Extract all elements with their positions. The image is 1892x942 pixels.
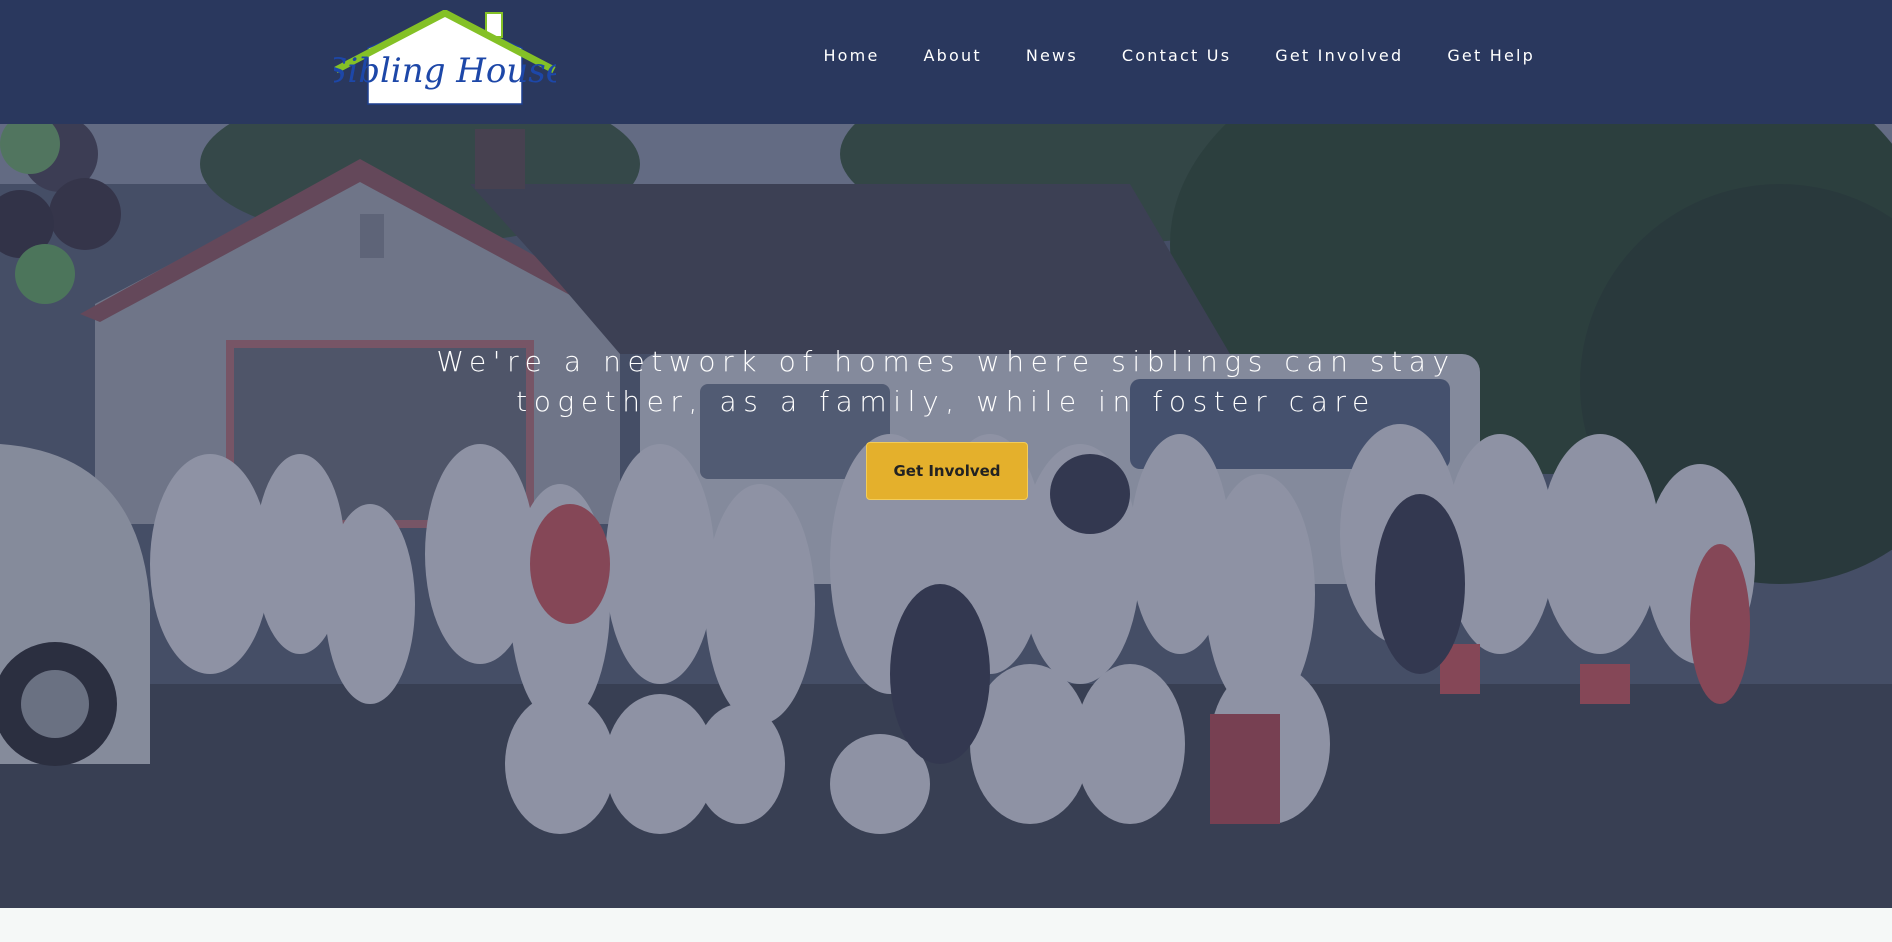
nav-news-link[interactable]: News bbox=[1026, 46, 1078, 65]
nav-about-link[interactable]: About bbox=[924, 46, 982, 65]
site-header: Sibling House Home About News Contact Us… bbox=[0, 0, 1892, 125]
hero-overlay bbox=[0, 124, 1892, 908]
svg-text:Sibling House: Sibling House bbox=[334, 51, 556, 91]
nav-get-involved-link[interactable]: Get Involved bbox=[1275, 46, 1403, 65]
page-bottom-strip bbox=[0, 908, 1892, 942]
hero-section: We're a network of homes where siblings … bbox=[0, 124, 1892, 908]
get-involved-button[interactable]: Get Involved bbox=[866, 442, 1028, 500]
nav-get-help-link[interactable]: Get Help bbox=[1447, 46, 1535, 65]
nav-home-link[interactable]: Home bbox=[823, 46, 879, 65]
hero-tagline: We're a network of homes where siblings … bbox=[436, 345, 1456, 418]
nav-contact-link[interactable]: Contact Us bbox=[1122, 46, 1231, 65]
main-nav: Home About News Contact Us Get Involved … bbox=[779, 46, 1535, 65]
site-logo[interactable]: Sibling House bbox=[334, 10, 556, 108]
logo-house-icon: Sibling House bbox=[334, 10, 556, 105]
